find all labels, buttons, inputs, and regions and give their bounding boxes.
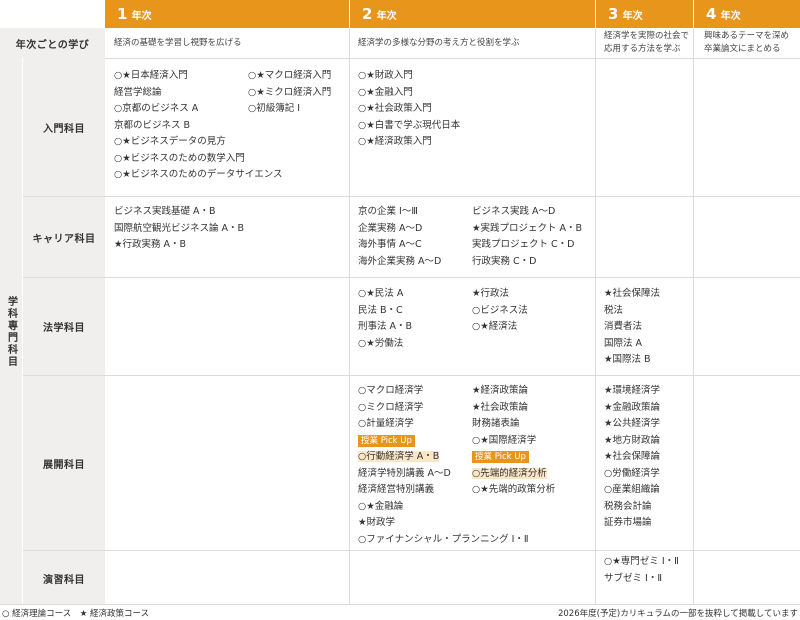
learning-y4: 興味あるテーマを深め 卒業論文にまとめる bbox=[704, 31, 790, 54]
course-item: ○★マクロ経済入門 bbox=[248, 70, 332, 81]
course-item: ★社会政策論 bbox=[472, 401, 529, 413]
intro-y2-col-a: ○★財政入門 ○★金融入門 ○★社会政策入門 ○★白書で学ぶ現代日本 ○★経済政… bbox=[358, 68, 460, 151]
course-item: ○★経済法 bbox=[472, 321, 518, 332]
course-item: 刑事法 A・B bbox=[358, 321, 413, 332]
course-item: 民法 B・C bbox=[358, 304, 403, 316]
pickup-course: ○先端的経済分析 bbox=[472, 467, 547, 479]
course-item: ★地方財政論 bbox=[604, 434, 661, 446]
grid-line bbox=[349, 28, 350, 605]
course-item: ○労働経済学 bbox=[604, 467, 660, 479]
course-item: ★行政実務 A・B bbox=[114, 239, 187, 250]
grid-line bbox=[23, 277, 800, 278]
course-item: ○★金融論 bbox=[358, 500, 404, 512]
course-item: ○★経済政策入門 bbox=[358, 136, 432, 147]
year-1-header: 1 年次 bbox=[105, 0, 349, 28]
course-item: ★国際法 B bbox=[604, 354, 651, 365]
course-item: 行政実務 C・D bbox=[472, 255, 537, 267]
advanced-y2-col-b: ★経済政策論 ★社会政策論 財務諸表論 ○★国際経済学 授業 Pick Up ○… bbox=[472, 383, 555, 499]
grid-line bbox=[595, 28, 596, 605]
year-3-header: 3 年次 bbox=[596, 0, 693, 28]
course-item: ○ビジネス法 bbox=[472, 304, 528, 316]
seminar-y3-col-a: ○★専門ゼミ Ⅰ・Ⅱ サブゼミ Ⅰ・Ⅱ bbox=[604, 554, 679, 587]
course-item: ○★財政入門 bbox=[358, 70, 413, 81]
course-item: ○★国際経済学 bbox=[472, 434, 537, 446]
learning-y3: 経済学を実際の社会で 応用する方法を学ぶ bbox=[604, 31, 690, 54]
side-label: 学科専門科目 bbox=[5, 295, 17, 368]
course-item: 実践プロジェクト C・D bbox=[472, 239, 575, 250]
header-blank bbox=[0, 0, 105, 28]
course-item: ○★ビジネスのための数学入門 bbox=[114, 152, 245, 164]
course-item: ○初級簿記 Ⅰ bbox=[248, 103, 301, 114]
pickup-badge: 授業 Pick Up bbox=[358, 434, 415, 447]
row-label-career: キャリア科目 bbox=[23, 197, 105, 277]
course-item: ○★金融入門 bbox=[358, 86, 413, 98]
course-item: ★金融政策論 bbox=[604, 401, 661, 413]
row-label-seminar: 演習科目 bbox=[23, 551, 105, 605]
learning-y2: 経済学の多様な分野の考え方と役割を学ぶ bbox=[358, 38, 520, 48]
curriculum-table: 1 年次 2 年次 3 年次 4 年次 年次ごとの学び 学科専門科目 入門科目 … bbox=[0, 0, 800, 605]
footer-note: 2026年度(予定)カリキュラムの一部を抜粋して掲載しています bbox=[557, 609, 798, 619]
year-2-header: 2 年次 bbox=[350, 0, 595, 28]
law-y2-col-b: ★行政法 ○ビジネス法 ○★経済法 bbox=[472, 286, 528, 336]
course-item: 証券市場論 bbox=[604, 517, 652, 528]
grid-line bbox=[105, 58, 800, 59]
pickup-course: ○行動経済学 A・B bbox=[358, 451, 440, 462]
career-y2-col-a: 京の企業 Ⅰ〜Ⅲ 企業実務 A〜D 海外事情 A〜C 海外企業実務 A〜D bbox=[358, 204, 441, 270]
grid-line bbox=[23, 196, 800, 197]
course-item: ビジネス実践 A〜D bbox=[472, 206, 556, 217]
course-item: 企業実務 A〜D bbox=[358, 222, 423, 234]
course-item: ○産業組織論 bbox=[604, 484, 660, 495]
course-item: ○★ビジネスのためのデータサイエンス bbox=[114, 169, 283, 180]
year-4-header: 4 年次 bbox=[694, 0, 800, 28]
grid-line bbox=[693, 28, 694, 605]
career-y2-col-b: ビジネス実践 A〜D ★実践プロジェクト A・B 実践プロジェクト C・D 行政… bbox=[472, 204, 582, 270]
intro-y1-col-b: ○★マクロ経済入門 ○★ミクロ経済入門 ○初級簿記 Ⅰ bbox=[248, 68, 331, 118]
course-item: ○★労働法 bbox=[358, 337, 404, 349]
course-item: ○★専門ゼミ Ⅰ・Ⅱ bbox=[604, 556, 679, 567]
course-item: ★公共経済学 bbox=[604, 418, 661, 429]
footer-legend: ○ 経済理論コース ★ 経済政策コース bbox=[2, 609, 150, 619]
course-item: ○★ミクロ経済入門 bbox=[248, 86, 332, 98]
course-item: 国際法 A bbox=[604, 337, 643, 349]
course-item: ○★白書で学ぶ現代日本 bbox=[358, 119, 461, 131]
course-item: ○★社会政策入門 bbox=[358, 103, 432, 114]
course-item: ★実践プロジェクト A・B bbox=[472, 222, 583, 234]
course-item: 国際航空観光ビジネス論 A・B bbox=[114, 222, 245, 234]
advanced-y3-col-a: ★環境経済学 ★金融政策論 ★公共経済学 ★地方財政論 ★社会保障論 ○労働経済… bbox=[604, 383, 660, 532]
course-item: ビジネス実践基礎 A・B bbox=[114, 206, 216, 217]
career-y1-col-a: ビジネス実践基礎 A・B 国際航空観光ビジネス論 A・B ★行政実務 A・B bbox=[114, 204, 244, 254]
course-item: サブゼミ Ⅰ・Ⅱ bbox=[604, 572, 662, 584]
course-item: 消費者法 bbox=[604, 321, 643, 332]
side-label-column: 学科専門科目 bbox=[0, 58, 22, 605]
course-item: 財務諸表論 bbox=[472, 418, 520, 429]
course-item: ○★民法 A bbox=[358, 288, 404, 299]
grid-line bbox=[23, 375, 800, 376]
course-item: 海外事情 A〜C bbox=[358, 239, 422, 250]
course-item: ★環境経済学 bbox=[604, 385, 661, 396]
course-item: 海外企業実務 A〜D bbox=[358, 255, 442, 267]
course-item: ○ファイナンシャル・プランニング Ⅰ・Ⅱ bbox=[358, 533, 529, 545]
course-item: ★行政法 bbox=[472, 288, 510, 299]
law-y2-col-a: ○★民法 A 民法 B・C 刑事法 A・B ○★労働法 bbox=[358, 286, 412, 352]
course-item: ★社会保障法 bbox=[604, 288, 661, 299]
course-item: 税法 bbox=[604, 304, 624, 316]
course-item: ★経済政策論 bbox=[472, 385, 529, 396]
course-item: 税務会計論 bbox=[604, 500, 652, 512]
law-y3-col-a: ★社会保障法 税法 消費者法 国際法 A ★国際法 B bbox=[604, 286, 660, 369]
course-item: 京都のビジネス B bbox=[114, 119, 191, 131]
course-item: ★社会保障論 bbox=[604, 451, 661, 462]
row-label-advanced: 展開科目 bbox=[23, 376, 105, 550]
grid-line bbox=[0, 604, 800, 605]
course-item: ○★ビジネスデータの見方 bbox=[114, 136, 226, 147]
learning-y1: 経済の基礎を学習し視野を広げる bbox=[114, 38, 242, 48]
pickup-badge: 授業 Pick Up bbox=[472, 451, 529, 463]
course-item: ○★先端的政策分析 bbox=[472, 484, 556, 495]
course-item: ★財政学 bbox=[358, 517, 396, 528]
grid-line bbox=[23, 550, 800, 551]
row-label-law: 法学科目 bbox=[23, 278, 105, 375]
learning-row-label: 年次ごとの学び bbox=[0, 28, 105, 58]
course-item: 京の企業 Ⅰ〜Ⅲ bbox=[358, 206, 418, 217]
row-label-intro: 入門科目 bbox=[23, 58, 105, 196]
